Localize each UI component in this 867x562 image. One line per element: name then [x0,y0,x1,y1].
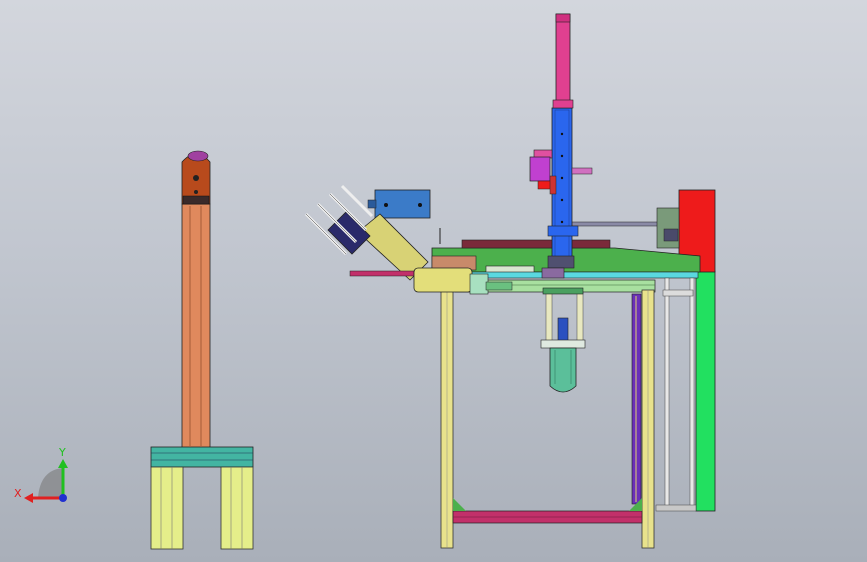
feed-cylinder [413,267,473,293]
axis-triad: X Y [14,446,68,503]
pillar-body [181,203,211,449]
gripper [529,156,551,182]
blue-block [374,189,431,219]
triad-y-label: Y [58,446,66,459]
triad-x-label: X [14,487,22,500]
stand-leg-right [220,466,254,550]
feed-arm [349,270,415,277]
triad-z-axis [59,494,67,502]
pink-rod [555,13,571,109]
triad-plane [38,468,63,498]
stand-leg-left [150,466,184,550]
stand-top [150,446,254,468]
cyan-rail [469,271,699,279]
pillar-stand-assembly [150,150,254,550]
cad-viewport[interactable]: X Y [0,0,867,562]
side-panel-green [695,270,716,512]
pillar-cap [187,150,209,162]
motor-body [549,347,577,393]
machine-assembly [304,13,716,549]
motor-shaft [557,317,569,343]
